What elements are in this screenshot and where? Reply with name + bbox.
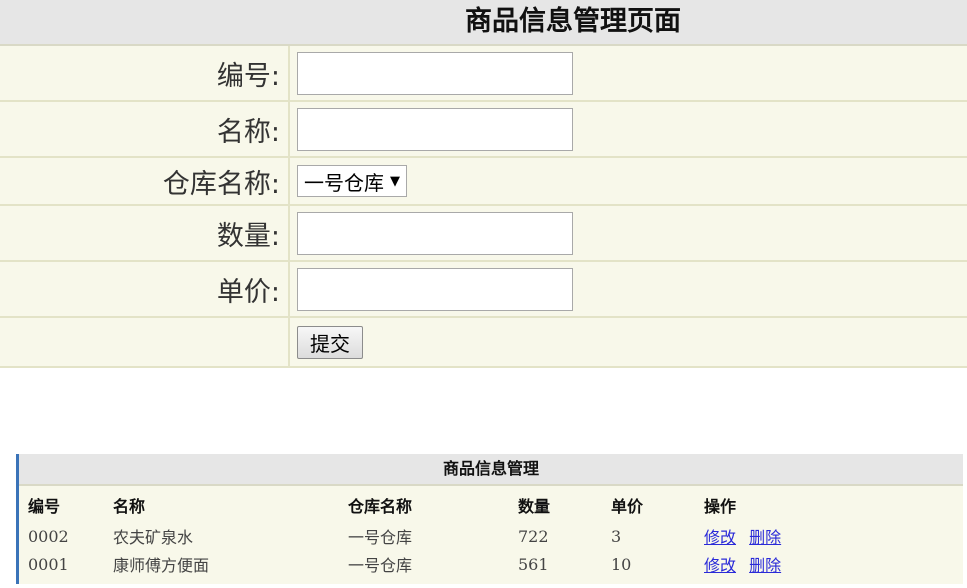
header-actions: 操作 bbox=[704, 497, 737, 516]
warehouse-select[interactable]: 一号仓库 ▼ bbox=[297, 165, 407, 197]
cell-id: 0002 bbox=[28, 526, 69, 546]
quantity-input[interactable] bbox=[297, 211, 573, 255]
cell-actions: 修改 删除 bbox=[704, 524, 904, 548]
cell-quantity: 561 bbox=[518, 554, 549, 574]
table-row: 0002 农夫矿泉水 一号仓库 722 3 修改 删除 bbox=[19, 522, 963, 550]
edit-link[interactable]: 修改 bbox=[704, 528, 736, 547]
form-row-quantity: 数量: bbox=[0, 206, 967, 262]
cell-price: 3 bbox=[611, 526, 622, 546]
name-input[interactable] bbox=[297, 107, 573, 151]
table-row: 0001 康师傅方便面 一号仓库 561 10 修改 删除 bbox=[19, 550, 963, 578]
warehouse-field-cell: 一号仓库 ▼ bbox=[290, 158, 967, 204]
price-label: 单价: bbox=[0, 262, 290, 316]
product-table: 商品信息管理 编号 名称 仓库名称 数量 单价 操作 0002 农夫矿泉水 一号… bbox=[16, 454, 963, 584]
delete-link[interactable]: 删除 bbox=[749, 528, 781, 547]
submit-button[interactable]: 提交 bbox=[297, 325, 363, 359]
cell-actions: 修改 删除 bbox=[704, 552, 904, 576]
cell-id: 0001 bbox=[28, 554, 69, 574]
cell-warehouse: 一号仓库 bbox=[348, 528, 413, 547]
cell-name: 农夫矿泉水 bbox=[113, 528, 194, 547]
cell-quantity: 722 bbox=[518, 526, 549, 546]
price-field-cell bbox=[290, 262, 967, 316]
quantity-label: 数量: bbox=[0, 206, 290, 260]
price-input[interactable] bbox=[297, 267, 573, 311]
cell-name: 康师傅方便面 bbox=[113, 556, 210, 575]
form-row-id: 编号: bbox=[0, 46, 967, 102]
id-field-cell bbox=[290, 46, 967, 100]
form-row-price: 单价: bbox=[0, 262, 967, 318]
id-input[interactable] bbox=[297, 51, 573, 95]
submit-field-cell: 提交 bbox=[290, 318, 967, 366]
form-row-warehouse: 仓库名称: 一号仓库 ▼ bbox=[0, 158, 967, 206]
table-caption: 商品信息管理 bbox=[19, 454, 963, 486]
header-name: 名称 bbox=[113, 497, 146, 516]
id-label: 编号: bbox=[0, 46, 290, 100]
form-row-submit: 提交 bbox=[0, 318, 967, 368]
header-warehouse: 仓库名称 bbox=[348, 497, 413, 516]
header-quantity: 数量 bbox=[518, 497, 551, 516]
table-header-row: 编号 名称 仓库名称 数量 单价 操作 bbox=[19, 486, 963, 522]
name-field-cell bbox=[290, 102, 967, 156]
caret-down-icon: ▼ bbox=[390, 173, 400, 189]
submit-label-cell bbox=[0, 318, 290, 366]
edit-link[interactable]: 修改 bbox=[704, 556, 736, 575]
table-body: 编号 名称 仓库名称 数量 单价 操作 0002 农夫矿泉水 一号仓库 722 … bbox=[19, 486, 963, 584]
warehouse-select-value: 一号仓库 bbox=[304, 170, 384, 195]
cell-warehouse: 一号仓库 bbox=[348, 556, 413, 575]
warehouse-label: 仓库名称: bbox=[0, 158, 290, 204]
product-form: 商品信息管理页面 编号: 名称: 仓库名称: 一号仓库 ▼ 数量: 单价: 提交 bbox=[0, 0, 967, 368]
header-id: 编号 bbox=[28, 497, 61, 516]
delete-link[interactable]: 删除 bbox=[749, 556, 781, 575]
form-row-name: 名称: bbox=[0, 102, 967, 158]
page-title: 商品信息管理页面 bbox=[0, 0, 967, 46]
quantity-field-cell bbox=[290, 206, 967, 260]
header-price: 单价 bbox=[611, 497, 644, 516]
name-label: 名称: bbox=[0, 102, 290, 156]
cell-price: 10 bbox=[611, 554, 632, 574]
